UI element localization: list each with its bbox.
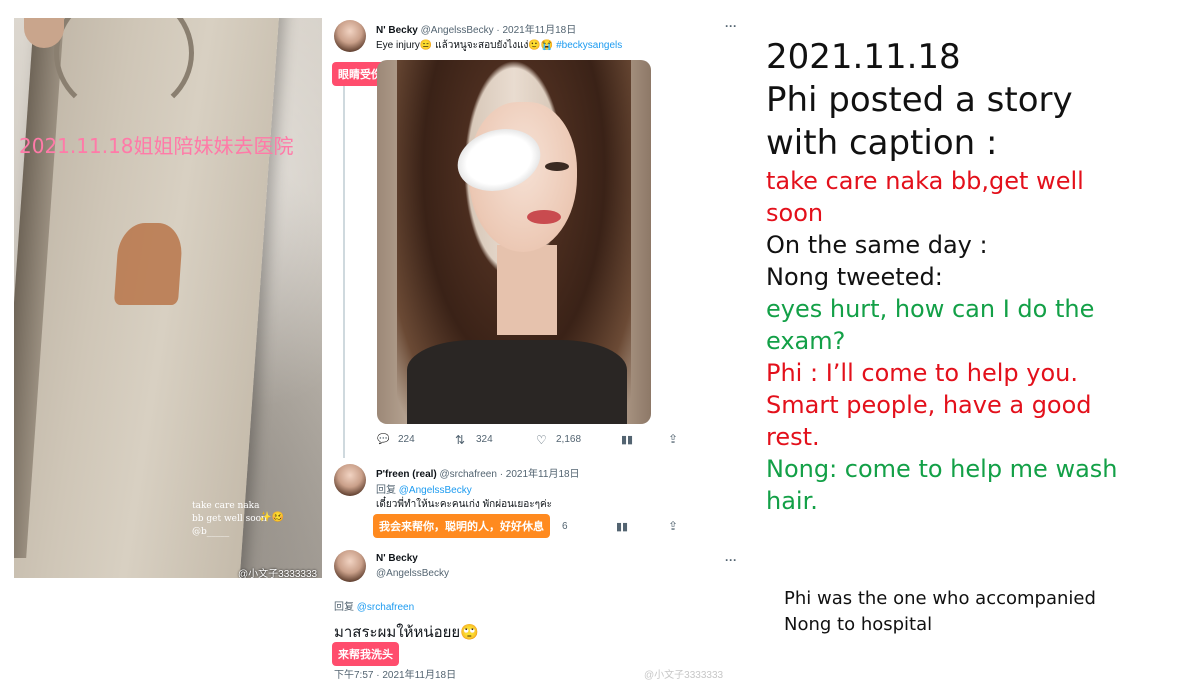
- note-line: On the same day :: [766, 231, 988, 259]
- note-line: rest.: [766, 423, 820, 451]
- annotation-text: 2021.11.18 Phi posted a story with capti…: [766, 36, 1186, 517]
- story-watermark: @小文子3333333: [238, 569, 318, 578]
- share-icon[interactable]: ⇪: [668, 519, 678, 533]
- reply-context: 回复 @AngelssBecky: [376, 481, 472, 496]
- handwritten-text: take care naka bb get well soon: [192, 501, 267, 524]
- tweet1-text: Eye injury😑 แล้วหนูจะสอบยังไงแง่🙂😭 #beck…: [376, 38, 622, 53]
- smile-emoji-icon: ✨🥴: [259, 512, 284, 523]
- thread-connector: [343, 86, 345, 458]
- tweet2-header: P'freen (real) @srchafreen · 2021年11月18日: [376, 465, 580, 480]
- tweet-text: เดี๋ยวพี่ทำให้นะคะคนเก่ง พักผ่อนเยอะๆค่ะ: [376, 499, 553, 510]
- like-count: 2,168: [556, 434, 582, 445]
- tweet-text: Eye injury😑 แล้วหนูจะสอบยังไงแง่🙂😭: [376, 40, 554, 51]
- note-line: Phi posted a story: [766, 80, 1073, 120]
- note-line: Nong tweeted:: [766, 263, 943, 291]
- reply-to-link[interactable]: @AngelssBecky: [399, 485, 472, 496]
- translation-tag: 来帮我洗头: [332, 642, 399, 666]
- reply-to-link[interactable]: @srchafreen: [357, 602, 414, 613]
- avatar[interactable]: [334, 550, 366, 582]
- neck: [497, 245, 557, 335]
- hashtag-link[interactable]: #beckysangels: [556, 40, 622, 51]
- author-handle[interactable]: @srchafreen: [440, 469, 497, 480]
- tweet-thread: N' Becky @AngelssBecky · 2021年11月18日 ···…: [326, 10, 750, 681]
- avatar[interactable]: [334, 20, 366, 52]
- note-line: Nong: come to help me wash: [766, 455, 1118, 483]
- watermark: @小文子3333333: [644, 670, 724, 681]
- analytics-icon[interactable]: ▮▮: [616, 520, 628, 533]
- note-date: 2021.11.18: [766, 37, 961, 77]
- reply-prefix: 回复: [376, 485, 396, 496]
- translation-tag: 我会来帮你，聪明的人，好好休息: [373, 514, 550, 538]
- author-handle-text[interactable]: @AngelssBecky: [376, 568, 449, 579]
- note-line: Phi : I’ll come to help you.: [766, 359, 1078, 387]
- story-photo: 2021.11.18姐姐陪妹妹去医院 take care naka bb get…: [14, 18, 322, 578]
- note-line: hair.: [766, 487, 818, 515]
- avatar[interactable]: [334, 464, 366, 496]
- more-options-icon[interactable]: ···: [725, 553, 737, 567]
- shirt: [407, 340, 627, 424]
- footnote: Phi was the one who accompanied Nong to …: [784, 586, 1184, 638]
- footnote-line: Phi was the one who accompanied: [784, 588, 1096, 609]
- tweet1-header: N' Becky @AngelssBecky · 2021年11月18日: [376, 21, 576, 36]
- reply-context: 回复 @srchafreen: [334, 598, 414, 613]
- tweet-date[interactable]: · 2021年11月18日: [500, 469, 580, 480]
- eye: [545, 162, 569, 171]
- handwritten-extra: @b_____: [192, 527, 230, 537]
- analytics-icon[interactable]: ▮▮: [621, 433, 633, 446]
- lips: [527, 210, 561, 224]
- note-line: take care naka bb,get well: [766, 167, 1084, 195]
- reply-prefix: 回复: [334, 602, 354, 613]
- tweet-date[interactable]: · 2021年11月18日: [496, 25, 576, 36]
- note-line: with caption :: [766, 123, 998, 163]
- author-name[interactable]: P'freen (real): [376, 469, 437, 480]
- bag-logo-icon: [113, 223, 184, 305]
- retweet-icon[interactable]: ⇅: [455, 433, 465, 447]
- tweet-text: มาสระผมให้หน่อยย🙄: [334, 624, 479, 641]
- more-options-icon[interactable]: ···: [725, 19, 737, 33]
- author-name: N' Becky: [376, 553, 418, 564]
- note-line: eyes hurt, how can I do the: [766, 295, 1095, 323]
- share-icon[interactable]: ⇪: [668, 432, 678, 446]
- story-caption: 2021.11.18姐姐陪妹妹去医院: [19, 134, 294, 158]
- author-name-text[interactable]: N' Becky: [376, 553, 418, 564]
- footnote-line: Nong to hospital: [784, 614, 933, 635]
- author-handle[interactable]: @AngelssBecky: [421, 25, 494, 36]
- author-handle: @AngelssBecky: [376, 568, 449, 579]
- tweet-timestamp[interactable]: 下午7:57 · 2021年11月18日: [334, 666, 456, 681]
- note-line: exam?: [766, 327, 846, 355]
- like-icon[interactable]: ♡: [536, 433, 547, 447]
- like-count: 6: [562, 521, 568, 532]
- reply-count: 224: [398, 434, 415, 445]
- note-line: soon: [766, 199, 824, 227]
- tweet-photo[interactable]: [377, 60, 651, 424]
- reply-icon[interactable]: 💬: [377, 434, 389, 445]
- author-name[interactable]: N' Becky: [376, 25, 418, 36]
- note-line: Smart people, have a good: [766, 391, 1092, 419]
- retweet-count: 324: [476, 434, 493, 445]
